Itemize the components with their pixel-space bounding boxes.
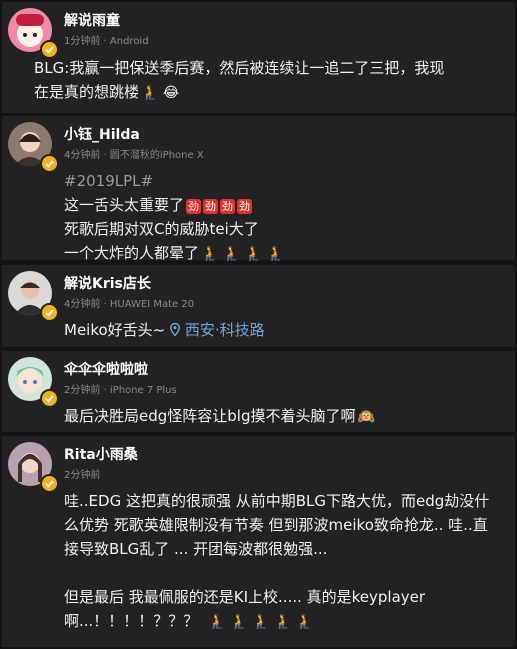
emoji: 🧎 🧎 🧎 🧎 — [201, 246, 285, 262]
comment-card: 小钰_Hilda 4分钟前 · 圆不溜秋的iPhone X #2019LPL# … — [2, 116, 515, 262]
comment-line: 哇..EDG 这把真的很顽强 从前中期BLG下路大优，而edg劫没什 — [64, 492, 490, 510]
post-meta: 2分钟前 · iPhone 7 Plus — [64, 385, 177, 396]
emoji-badge: 劲 — [203, 199, 219, 214]
username[interactable]: 解说Kris店长 — [64, 273, 151, 293]
emoji: 🧎 🧎 🧎 🧎 🧎 — [208, 614, 314, 630]
location-label: 西安·科技路 — [184, 321, 265, 339]
comment-text: #2019LPL# 这一舌头太重要了劲劲劲劲 死歌后期对双C的威胁tei大了 一… — [64, 169, 501, 266]
comment-line: 最后决胜局edg怪阵容让blg摸不着头脑了啊 — [64, 407, 356, 425]
verified-badge-icon — [40, 389, 59, 408]
post-meta: 1分钟前 · Android — [64, 36, 149, 47]
comment-card: 解说雨童 1分钟前 · Android BLG:我赢一把保送季后赛，然后被连续让… — [2, 2, 515, 113]
username[interactable]: Rita小雨桑 — [64, 444, 138, 464]
comment-feed: 解说雨童 1分钟前 · Android BLG:我赢一把保送季后赛，然后被连续让… — [0, 0, 517, 649]
comment-line: Meiko好舌头~ — [64, 321, 166, 339]
comment-line: 一个大炸的人都晕了 — [64, 244, 200, 262]
emoji-badge: 劲 — [186, 199, 202, 214]
location-pin-icon — [170, 322, 180, 337]
emoji-badge: 劲 — [220, 199, 236, 214]
username[interactable]: 解说雨童 — [64, 10, 120, 30]
comment-text: Meiko好舌头~ 西安·科技路 — [64, 318, 501, 342]
comment-line: 但是最后 我最佩服的还是KI上校..... 真的是keyplayer — [64, 588, 426, 606]
verified-badge-icon — [40, 474, 59, 493]
location-link[interactable]: 西安·科技路 — [170, 321, 265, 339]
emoji: 🙉 — [357, 409, 375, 425]
username[interactable]: 小钰_Hilda — [64, 124, 140, 144]
comment-card: 解说Kris店长 4分钟前 · HUAWEI Mate 20 Meiko好舌头~… — [2, 265, 515, 347]
comment-line: 接导致BLG乱了 ... 开团每波都很勉强... — [64, 540, 328, 558]
post-meta: 2分钟前 — [64, 470, 101, 481]
comment-card: 伞伞伞啦啦啦 2分钟前 · iPhone 7 Plus 最后决胜局edg怪阵容让… — [2, 351, 515, 432]
comment-line: 这一舌头太重要了 — [64, 196, 185, 214]
comment-line: BLG:我赢一把保送季后赛，然后被连续让一追二了三把，我现 — [34, 59, 445, 77]
comment-line: 死歌后期对双C的威胁tei大了 — [64, 220, 259, 238]
verified-badge-icon — [40, 154, 59, 173]
emoji-badge: 劲 — [237, 199, 253, 214]
hashtag-link[interactable]: #2019LPL# — [64, 169, 501, 193]
comment-text: 哇..EDG 这把真的很顽强 从前中期BLG下路大优，而edg劫没什 么优势 死… — [64, 489, 501, 634]
comment-line: 啊...！！！！？？？ — [64, 612, 199, 630]
post-meta: 4分钟前 · HUAWEI Mate 20 — [64, 299, 195, 310]
post-meta: 4分钟前 · 圆不溜秋的iPhone X — [64, 150, 204, 161]
username[interactable]: 伞伞伞啦啦啦 — [64, 359, 148, 379]
comment-line: 么优势 死歌英雄限制没有节奏 但到那波meiko致命抢龙.. 哇..直 — [64, 516, 488, 534]
emoji: 🧎 😂 — [141, 85, 180, 101]
comment-text: BLG:我赢一把保送季后赛，然后被连续让一追二了三把，我现 在是真的想跳楼 🧎 😂 — [34, 56, 501, 105]
verified-badge-icon — [40, 303, 59, 322]
comment-text: 最后决胜局edg怪阵容让blg摸不着头脑了啊 🙉 — [64, 404, 501, 429]
comment-card: Rita小雨桑 2分钟前 哇..EDG 这把真的很顽强 从前中期BLG下路大优，… — [2, 436, 515, 647]
comment-line: 在是真的想跳楼 — [34, 83, 140, 101]
